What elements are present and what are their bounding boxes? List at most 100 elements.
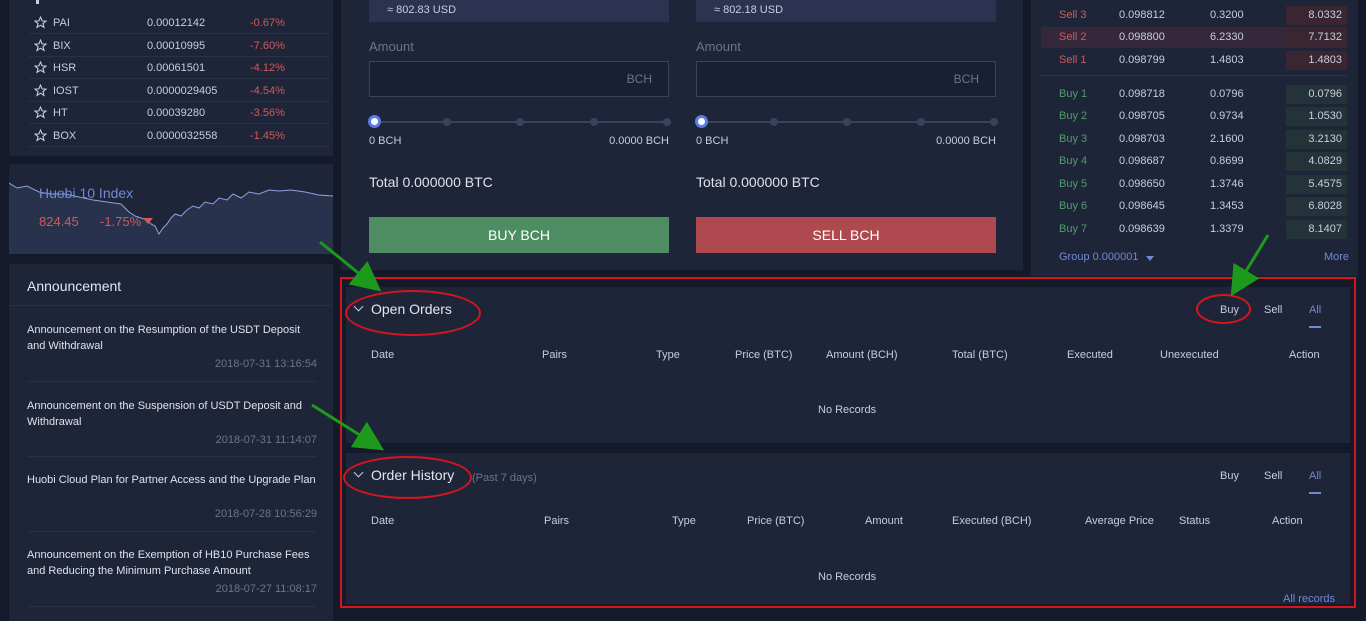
buy-order-row[interactable]: Buy 4 0.098687 0.8699 4.0829 — [1041, 151, 1347, 172]
index-value: 824.45 — [39, 214, 79, 229]
empty-state: No Records — [818, 571, 877, 583]
market-row[interactable]: BIX 0.00010995 -7.60% — [29, 35, 329, 57]
sell-order-row[interactable]: Sell 3 0.098812 0.3200 8.0332 — [1041, 5, 1347, 26]
announcement-item[interactable]: Announcement on the Exemption of HB10 Pu… — [27, 547, 317, 595]
sell-amount-input[interactable]: BCH — [696, 61, 996, 97]
order-level: Sell 2 — [1059, 31, 1087, 43]
order-level: Buy 3 — [1059, 133, 1088, 145]
buy-order-row[interactable]: Buy 7 0.098639 1.3379 8.1407 — [1041, 219, 1347, 240]
order-level: Sell 1 — [1059, 54, 1087, 66]
order-history-filter-buy[interactable]: Buy — [1220, 470, 1239, 482]
buy-order-row[interactable]: Buy 2 0.098705 0.9734 1.0530 — [1041, 106, 1347, 127]
star-icon[interactable] — [34, 16, 47, 29]
chevron-down-icon[interactable] — [1146, 256, 1154, 261]
sell-order-row[interactable]: Sell 2 0.098800 6.2330 7.7132 — [1041, 27, 1347, 48]
index-title: Huobi 10 Index — [39, 185, 134, 201]
announcement-item[interactable]: Huobi Cloud Plan for Partner Access and … — [27, 472, 317, 520]
group-select[interactable]: Group 0.000001 — [1059, 251, 1139, 263]
market-change: -3.56% — [250, 107, 285, 119]
buy-order-row[interactable]: Buy 1 0.098718 0.0796 0.0796 — [1041, 84, 1347, 105]
market-change: -4.54% — [250, 85, 285, 97]
col-amount: Amount — [865, 515, 903, 527]
index-change: -1.75% — [100, 214, 142, 229]
divider — [27, 606, 317, 607]
market-symbol: IOST — [53, 85, 79, 97]
market-row[interactable]: BOX 0.0000032558 -1.45% — [29, 125, 329, 147]
col-action: Action — [1272, 515, 1303, 527]
slider-step — [443, 118, 451, 126]
order-amount: 1.4803 — [1210, 54, 1244, 66]
slider-step — [663, 118, 671, 126]
index-panel[interactable]: Huobi 10 Index 824.45 -1.75% — [9, 164, 333, 254]
sell-slider-handle[interactable] — [695, 115, 708, 128]
col-action: Action — [1289, 349, 1320, 361]
order-total: 1.0530 — [1308, 110, 1342, 122]
buy-order-row[interactable]: Buy 3 0.098703 2.1600 3.2130 — [1041, 129, 1347, 150]
open-orders-filter-all[interactable]: All — [1309, 304, 1321, 316]
order-history-filter-sell[interactable]: Sell — [1264, 470, 1282, 482]
sell-usd-estimate: ≈ 802.18 USD — [696, 0, 996, 22]
col-date: Date — [371, 515, 395, 527]
order-level: Buy 2 — [1059, 110, 1088, 122]
market-price: 0.00012142 — [147, 17, 206, 29]
slider-step — [917, 118, 925, 126]
buy-button[interactable]: BUY BCH — [369, 217, 669, 253]
order-level: Buy 7 — [1059, 223, 1088, 235]
market-row[interactable]: HSR 0.00061501 -4.12% — [29, 57, 329, 79]
market-row[interactable]: PAI 0.00012142 -0.67% — [29, 12, 329, 34]
star-icon[interactable] — [34, 129, 47, 142]
order-amount: 0.3200 — [1210, 9, 1244, 21]
sell-total: Total 0.000000 BTC — [696, 174, 820, 190]
order-price: 0.098812 — [1119, 9, 1165, 21]
sell-order-row[interactable]: Sell 1 0.098799 1.4803 1.4803 — [1041, 50, 1347, 71]
announcement-item[interactable]: Announcement on the Resumption of the US… — [27, 322, 317, 370]
sell-amount-slider[interactable] — [695, 115, 998, 128]
order-total: 0.0796 — [1308, 88, 1342, 100]
announcement-item-title[interactable]: Announcement on the Resumption of the US… — [27, 322, 317, 354]
order-price: 0.098800 — [1119, 31, 1165, 43]
buy-order-row[interactable]: Buy 6 0.098645 1.3453 6.8028 — [1041, 196, 1347, 217]
col-type: Type — [656, 349, 680, 361]
star-icon[interactable] — [34, 39, 47, 52]
more-link[interactable]: More — [1324, 251, 1349, 263]
order-history-panel: Order History (Past 7 days) Buy Sell All… — [346, 453, 1350, 605]
announcement-title: Announcement — [27, 278, 122, 294]
market-row[interactable]: IOST 0.0000029405 -4.54% — [29, 80, 329, 102]
buy-total: Total 0.000000 BTC — [369, 174, 493, 190]
order-price: 0.098799 — [1119, 54, 1165, 66]
announcement-item-title[interactable]: Huobi Cloud Plan for Partner Access and … — [27, 472, 317, 488]
market-price: 0.0000032558 — [147, 130, 218, 142]
col-date: Date — [371, 349, 395, 361]
order-price: 0.098687 — [1119, 155, 1165, 167]
announcement-item[interactable]: Announcement on the Suspension of USDT D… — [27, 398, 317, 446]
announcement-header: Announcement — [9, 264, 333, 306]
open-orders-filter-sell[interactable]: Sell — [1264, 304, 1282, 316]
star-icon[interactable] — [34, 61, 47, 74]
col-pairs: Pairs — [542, 349, 568, 361]
star-icon[interactable] — [34, 106, 47, 119]
col-unexecuted: Unexecuted — [1160, 349, 1219, 361]
sell-button[interactable]: SELL BCH — [696, 217, 996, 253]
announcement-item-title[interactable]: Announcement on the Exemption of HB10 Pu… — [27, 547, 317, 579]
col-executed: Executed (BCH) — [952, 515, 1032, 527]
buy-order-row[interactable]: Buy 5 0.098650 1.3746 5.4575 — [1041, 174, 1347, 195]
market-price: 0.00061501 — [147, 62, 206, 74]
order-total: 6.8028 — [1308, 200, 1342, 212]
order-history-filter-all[interactable]: All — [1309, 470, 1321, 482]
buy-slider-max: 0.0000 BCH — [609, 135, 669, 147]
all-records-link[interactable]: All records — [1283, 593, 1335, 605]
order-amount: 1.3453 — [1210, 200, 1244, 212]
announcement-item-title[interactable]: Announcement on the Suspension of USDT D… — [27, 398, 317, 430]
star-icon[interactable] — [34, 84, 47, 97]
order-level: Buy 4 — [1059, 155, 1088, 167]
buy-amount-input[interactable]: BCH — [369, 61, 669, 97]
order-total: 8.0332 — [1308, 9, 1342, 21]
market-change: -0.67% — [250, 17, 285, 29]
buy-amount-slider[interactable] — [368, 115, 671, 128]
col-average-price: Average Price — [1085, 515, 1154, 527]
market-price: 0.0000029405 — [147, 85, 218, 97]
order-amount: 1.3379 — [1210, 223, 1244, 235]
slider-step — [770, 118, 778, 126]
market-row[interactable]: HT 0.00039280 -3.56% — [29, 102, 329, 124]
buy-slider-handle[interactable] — [368, 115, 381, 128]
